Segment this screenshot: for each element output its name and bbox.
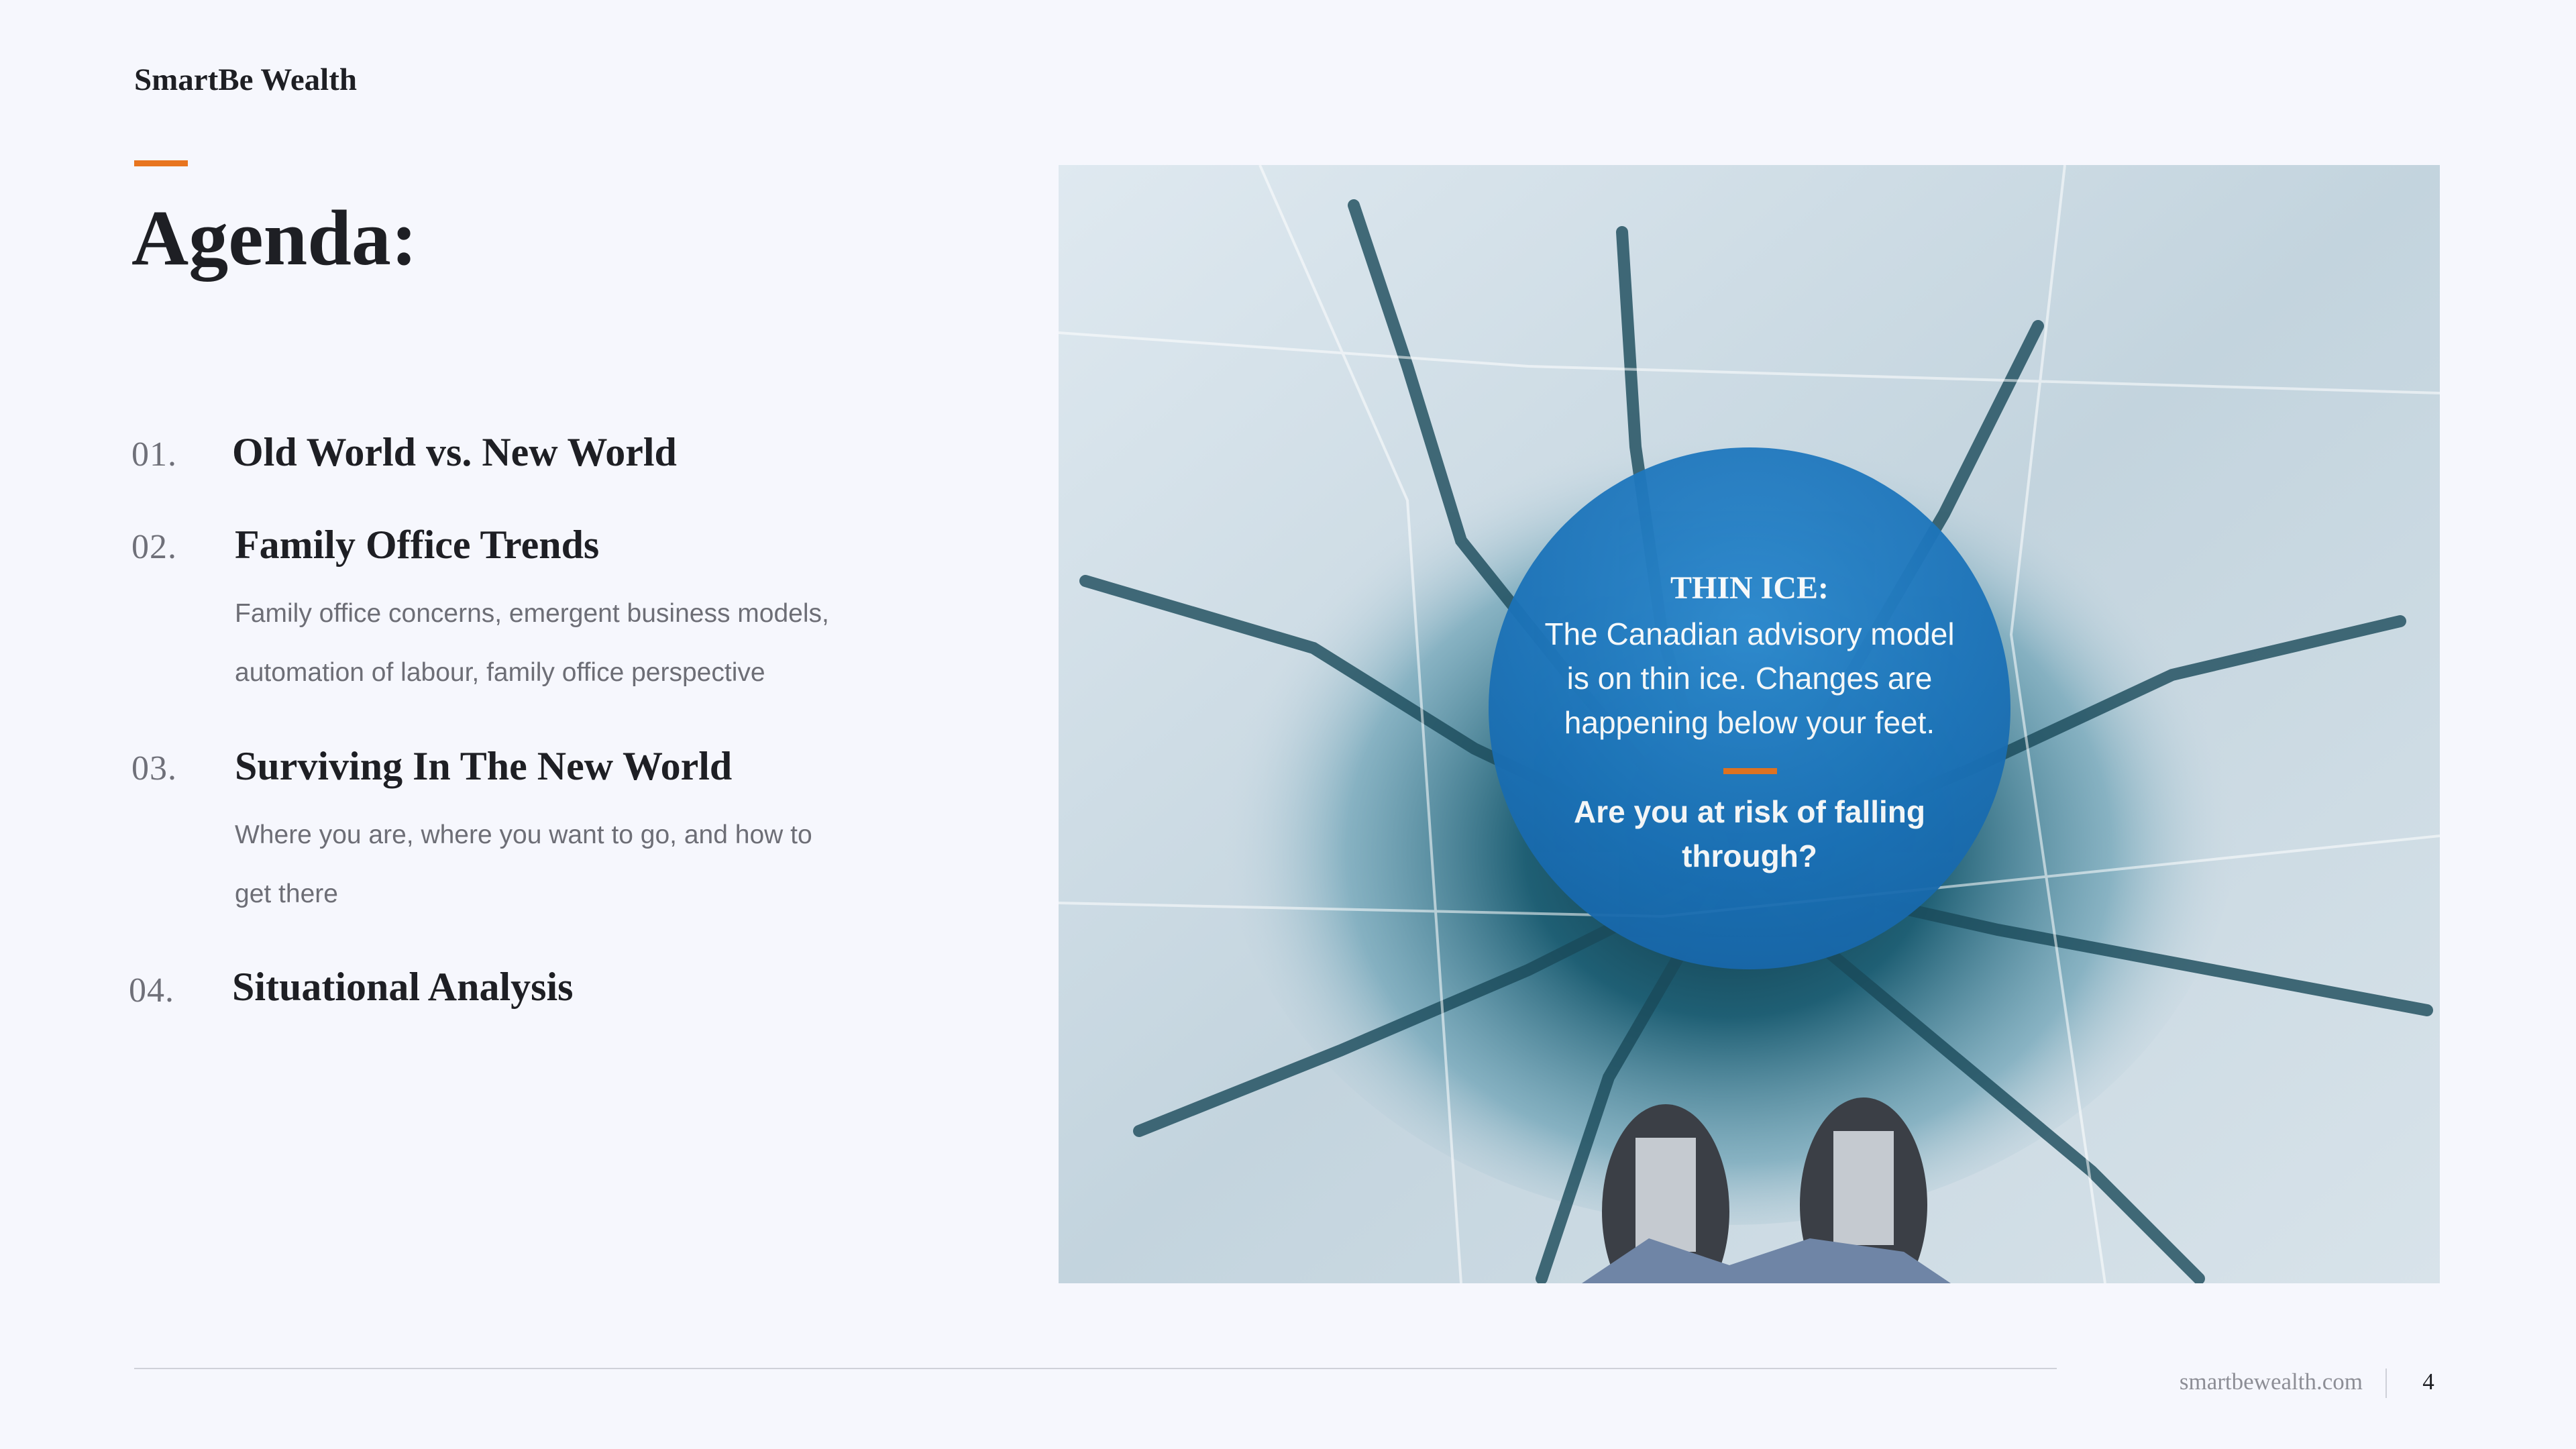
footer-separator xyxy=(2385,1368,2387,1398)
footer-url: smartbewealth.com xyxy=(2179,1368,2363,1395)
agenda-description: Where you are, where you want to go, and… xyxy=(235,820,812,908)
agenda-heading: Situational Analysis xyxy=(232,965,574,1009)
brand-name: SmartBe Wealth xyxy=(134,62,358,97)
agenda-heading: Family Office Trends xyxy=(235,523,600,567)
title-accent-bar xyxy=(134,160,188,166)
page-number: 4 xyxy=(2422,1368,2434,1395)
agenda-number: 01. xyxy=(131,435,177,474)
callout-title: THIN ICE: xyxy=(1670,570,1829,606)
cracked-ice-photo: THIN ICE: The Canadian advisory model is… xyxy=(1059,165,2440,1283)
callout-accent-bar xyxy=(1723,768,1777,774)
agenda-description: Family office concerns, emergent busines… xyxy=(235,599,829,687)
callout-question: Are you at risk of falling through? xyxy=(1574,794,1925,873)
callout-circle: THIN ICE: The Canadian advisory model is… xyxy=(1489,447,2010,969)
agenda-number: 03. xyxy=(131,749,177,788)
agenda-heading: Old World vs. New World xyxy=(232,430,677,474)
agenda-heading: Surviving In The New World xyxy=(235,744,733,788)
agenda-number: 04. xyxy=(129,971,174,1010)
page-title: Agenda: xyxy=(131,194,418,282)
agenda-number: 02. xyxy=(131,528,177,566)
footer-divider xyxy=(134,1368,2057,1369)
callout-body: The Canadian advisory model is on thin i… xyxy=(1544,616,1955,740)
